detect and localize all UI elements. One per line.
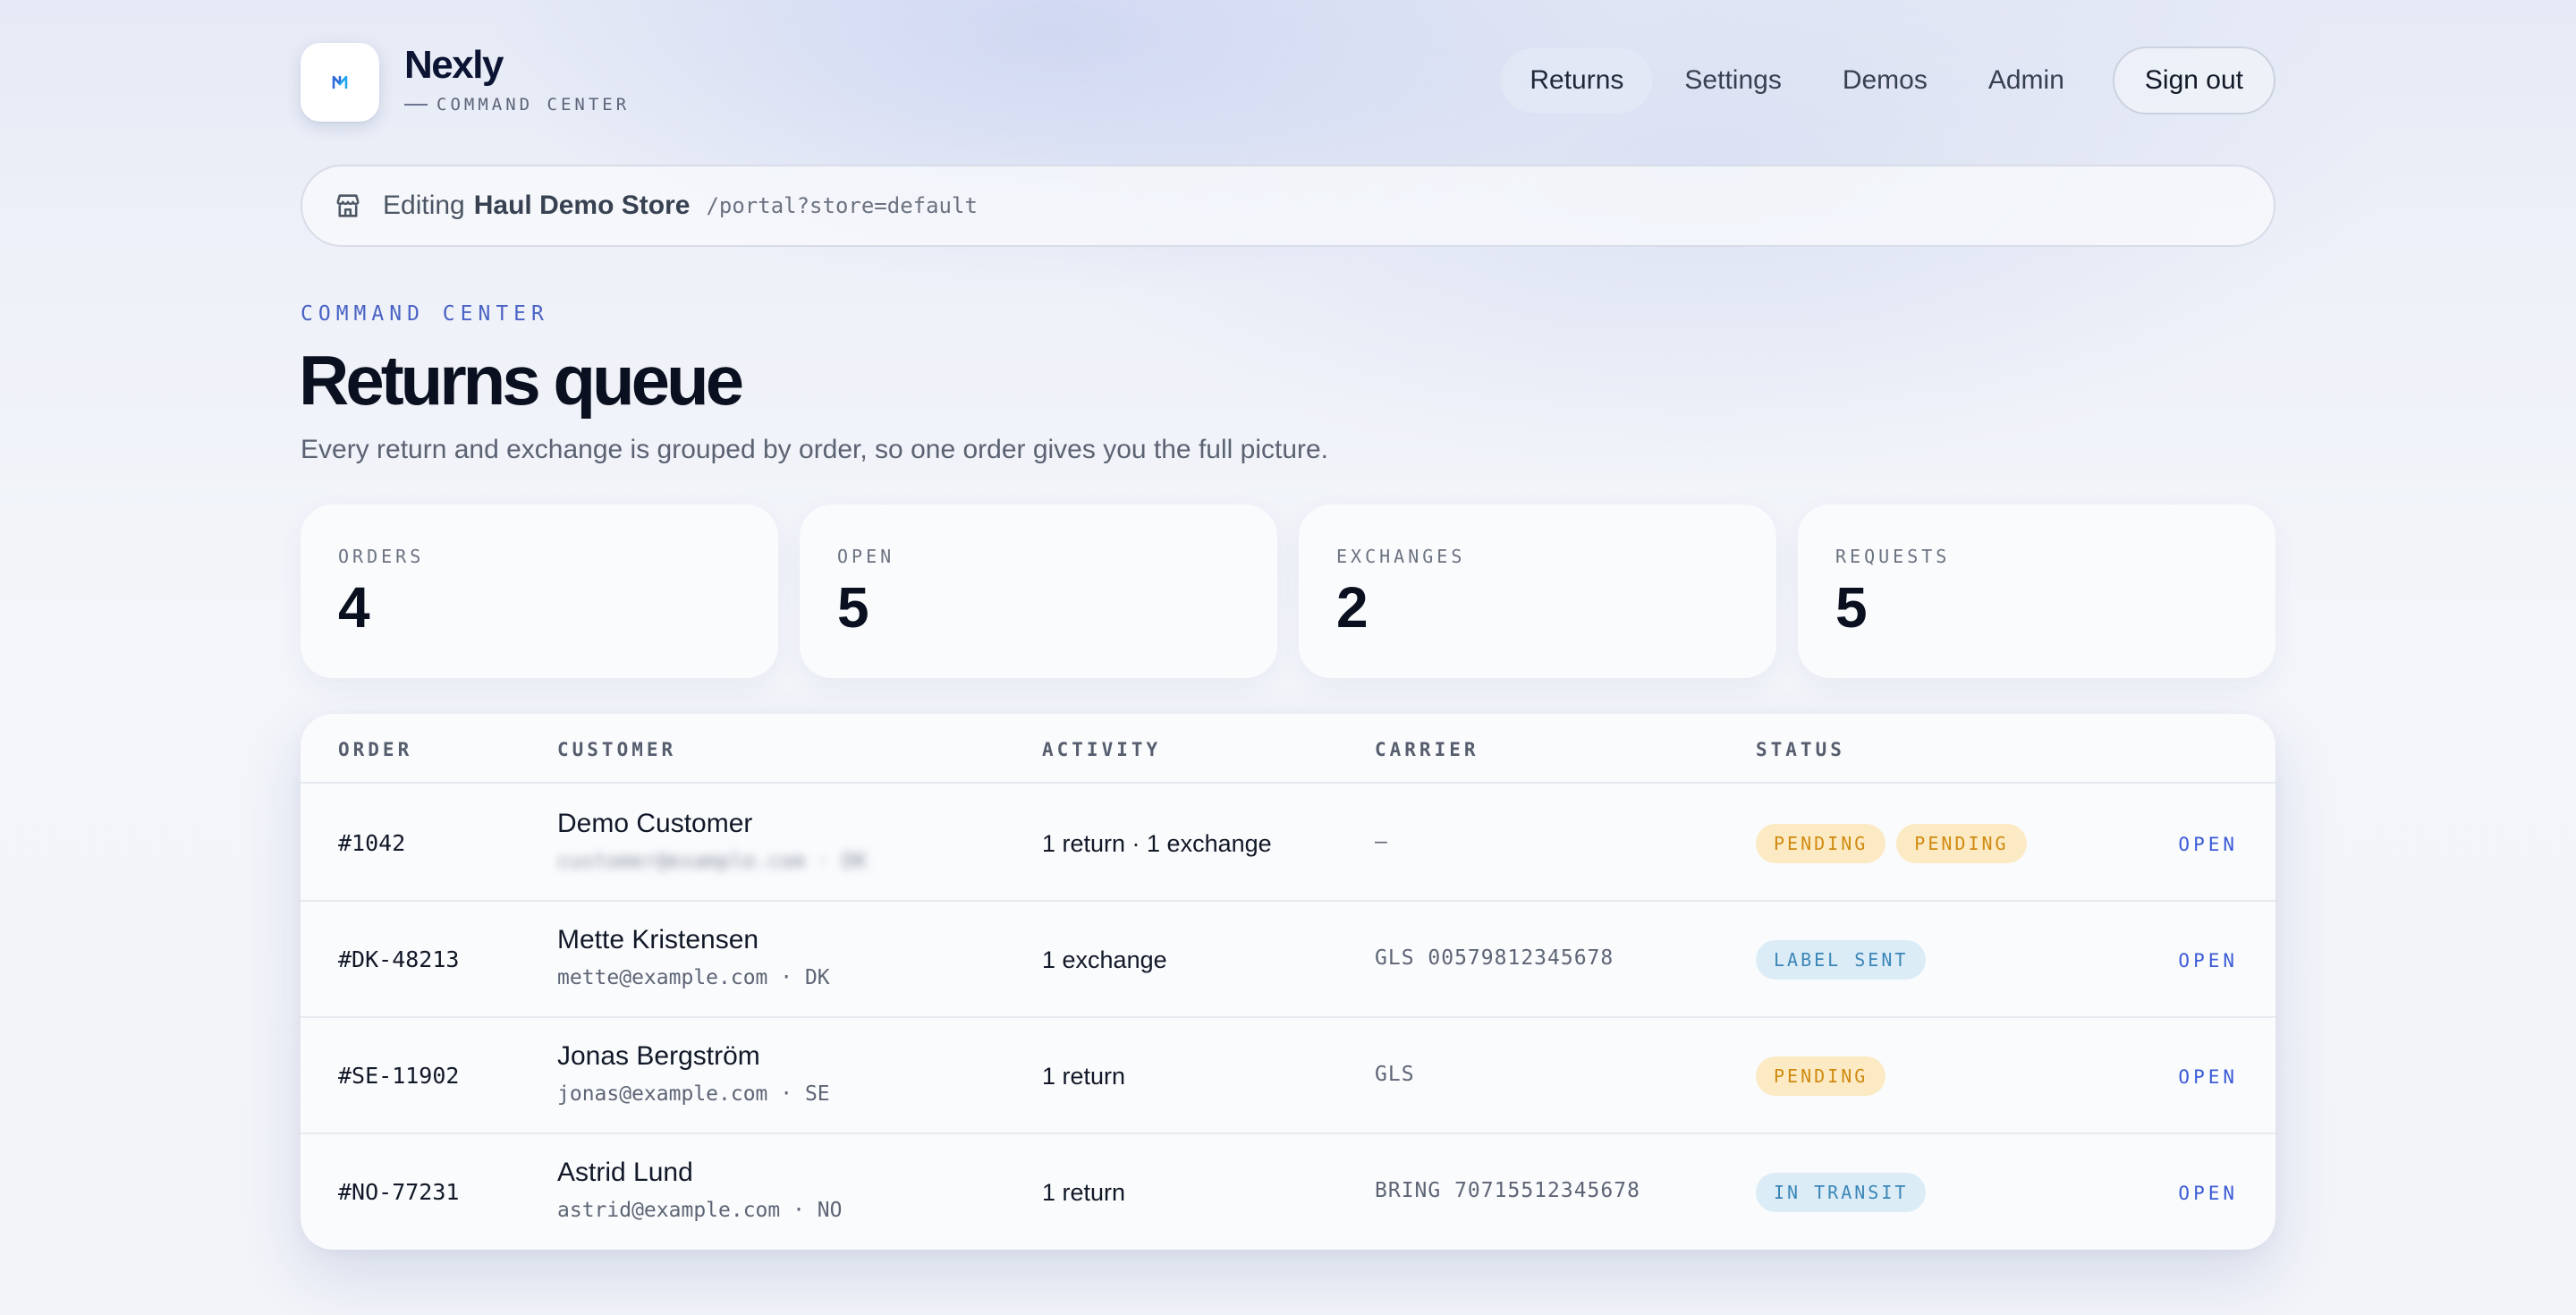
activity: 1 return · 1 exchange — [1042, 830, 1272, 857]
status-badge: PENDING — [1756, 1056, 1886, 1096]
customer-name: Mette Kristensen — [557, 925, 759, 954]
stat-value: 5 — [1835, 575, 1868, 640]
open-link[interactable]: OPEN — [2178, 1183, 2238, 1204]
stat-label: EXCHANGES — [1336, 546, 1466, 567]
table-header: ORDER CUSTOMER ACTIVITY CARRIER STATUS — [301, 714, 2275, 784]
stats-row: ORDERS 4 OPEN 5 EXCHANGES 2 REQUESTS 5 — [301, 505, 2275, 678]
top-header: Nexly COMMAND CENTER Returns Settings De… — [301, 43, 2275, 122]
stat-card-open: OPEN 5 — [800, 505, 1277, 678]
nav-demos[interactable]: Demos — [1814, 48, 1956, 113]
stat-card-requests: REQUESTS 5 — [1798, 505, 2275, 678]
stat-value: 2 — [1336, 575, 1368, 640]
status-badge: IN TRANSIT — [1756, 1173, 1927, 1212]
stat-value: 4 — [338, 575, 370, 640]
column-header-customer: CUSTOMER — [557, 739, 677, 760]
open-link[interactable]: OPEN — [2178, 1066, 2238, 1088]
column-header-activity: ACTIVITY — [1042, 739, 1162, 760]
brand-subtitle-text: COMMAND CENTER — [436, 95, 631, 115]
dash-decoration — [404, 104, 428, 106]
customer-name: Astrid Lund — [557, 1158, 693, 1187]
customer-meta: mette@example.com · DK — [557, 966, 830, 989]
table-row[interactable]: #DK-48213 Mette Kristensen mette@example… — [301, 902, 2275, 1018]
activity: 1 return — [1042, 1063, 1126, 1090]
customer-name: Demo Customer — [557, 809, 753, 838]
column-header-status: STATUS — [1756, 739, 1845, 760]
nav-admin[interactable]: Admin — [1960, 48, 2093, 113]
activity: 1 exchange — [1042, 946, 1167, 973]
stat-card-orders: ORDERS 4 — [301, 505, 778, 678]
nav-settings[interactable]: Settings — [1656, 48, 1809, 113]
carrier: — — [1375, 830, 1388, 853]
customer-meta: jonas@example.com · SE — [557, 1082, 830, 1106]
stat-card-exchanges: EXCHANGES 2 — [1299, 505, 1776, 678]
stat-value: 5 — [837, 575, 869, 640]
store-name: Haul Demo Store — [473, 191, 691, 220]
table-row[interactable]: #SE-11902 Jonas Bergström jonas@example.… — [301, 1018, 2275, 1134]
order-id: #SE-11902 — [338, 1063, 460, 1089]
order-id: #NO-77231 — [338, 1179, 460, 1205]
customer-meta: customer@example.com · DK — [557, 850, 868, 873]
store-icon — [336, 194, 360, 217]
table-row[interactable]: #NO-77231 Astrid Lund astrid@example.com… — [301, 1134, 2275, 1250]
page-title: Returns queue — [299, 341, 744, 420]
returns-table: ORDER CUSTOMER ACTIVITY CARRIER STATUS #… — [301, 714, 2275, 1250]
status-badge: LABEL SENT — [1756, 940, 1927, 980]
status-badges: LABEL SENT — [1756, 940, 1927, 980]
carrier: GLS 00579812345678 — [1375, 946, 1614, 970]
logo[interactable] — [301, 43, 379, 122]
carrier: GLS — [1375, 1063, 1415, 1086]
brand-name: Nexly — [404, 43, 504, 87]
main-nav: Returns Settings Demos Admin Sign out — [1497, 47, 2275, 115]
status-badges: PENDING PENDING — [1756, 824, 2027, 863]
column-header-carrier: CARRIER — [1375, 739, 1479, 760]
editing-label: Editing — [383, 191, 465, 220]
stat-label: ORDERS — [338, 546, 425, 567]
brand-subtitle: COMMAND CENTER — [404, 95, 630, 115]
activity: 1 return — [1042, 1179, 1126, 1206]
carrier: BRING 70715512345678 — [1375, 1179, 1640, 1202]
nexly-logo-icon — [332, 75, 348, 89]
column-header-order: ORDER — [338, 739, 413, 760]
table-row[interactable]: #1042 Demo Customer customer@example.com… — [301, 785, 2275, 902]
status-badge: PENDING — [1896, 824, 2027, 863]
status-badges: IN TRANSIT — [1756, 1173, 1927, 1212]
open-link[interactable]: OPEN — [2178, 834, 2238, 855]
status-badge: PENDING — [1756, 824, 1886, 863]
sign-out-button[interactable]: Sign out — [2112, 47, 2275, 115]
open-link[interactable]: OPEN — [2178, 950, 2238, 971]
stat-label: REQUESTS — [1835, 546, 1951, 567]
page-eyebrow: COMMAND CENTER — [301, 302, 549, 326]
customer-meta: astrid@example.com · NO — [557, 1199, 843, 1222]
store-path: /portal?store=default — [706, 193, 978, 218]
nav-returns[interactable]: Returns — [1501, 48, 1653, 113]
stat-label: OPEN — [837, 546, 895, 567]
status-badges: PENDING — [1756, 1056, 1886, 1096]
order-id: #1042 — [338, 830, 406, 856]
page-subtitle: Every return and exchange is grouped by … — [301, 435, 1329, 464]
customer-name: Jonas Bergström — [557, 1041, 760, 1071]
editing-store-bar[interactable]: Editing Haul Demo Store /portal?store=de… — [301, 165, 2275, 247]
order-id: #DK-48213 — [338, 946, 460, 972]
